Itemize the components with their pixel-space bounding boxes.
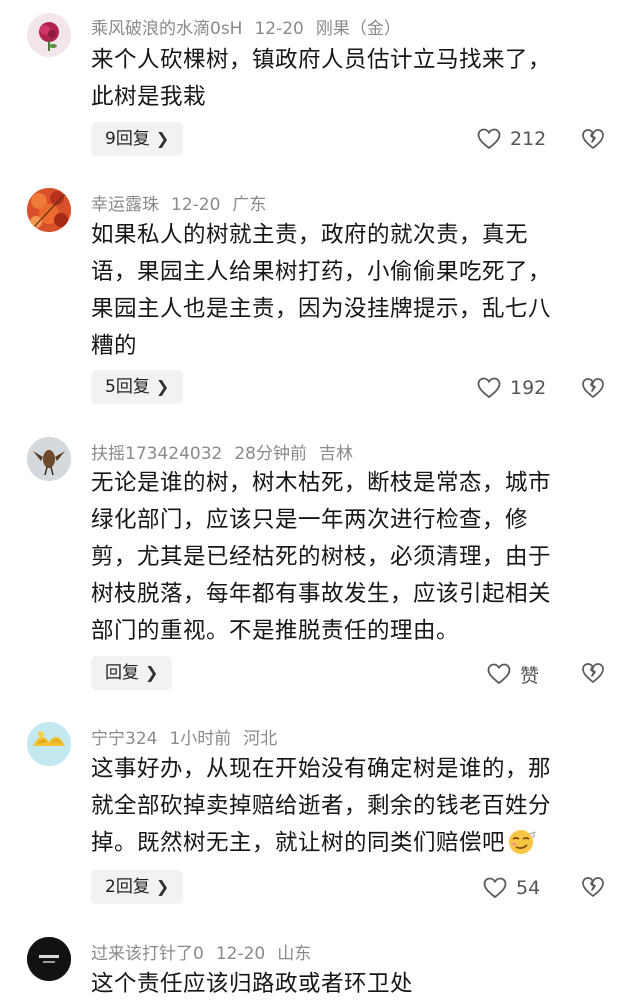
comment-line: 这事好办，从现在开始没有确定树是谁的，那 xyxy=(91,756,552,782)
comment-line: 来个人砍棵树，镇政府人员估计立马找来了， xyxy=(91,47,552,73)
avatar[interactable] xyxy=(27,722,71,766)
replies-button[interactable]: 2回复 ❯ xyxy=(91,870,184,904)
comment-text: 无论是谁的树，树木枯死，断枝是常态，城市 绿化部门，应该只是一年两次进行检查，修… xyxy=(91,465,611,650)
comment-line: 这个责任应该归路政或者环卫处 xyxy=(91,971,414,997)
chevron-right-icon: ❯ xyxy=(155,129,170,148)
comment-line: 果园主人也是主责，因为没挂牌提示，乱七八 xyxy=(91,296,552,322)
comment-line: 就全部砍掉卖掉赔给逝者，剩余的钱老百姓分 xyxy=(91,793,552,819)
heart-outline-icon xyxy=(477,128,501,150)
comment-meta: 扶摇173424032 28分钟前 吉林 xyxy=(91,439,365,464)
comment-line: 绿化部门，应该只是一年两次进行检查，修 xyxy=(91,507,529,533)
rose-avatar-image xyxy=(27,13,71,57)
ginkgo-avatar-image xyxy=(27,722,71,766)
username[interactable]: 乘风破浪的水滴0sH xyxy=(91,19,242,39)
username[interactable]: 过来该打针了0 xyxy=(91,944,204,964)
comment-text: 如果私人的树就主责，政府的就次责，真无 语，果园主人给果树打药，小偷偷果吃死了，… xyxy=(91,217,611,365)
like-button[interactable]: 192 xyxy=(477,371,546,405)
username[interactable]: 宁宁324 xyxy=(91,729,157,749)
comment-line: 糟的 xyxy=(91,333,138,359)
like-count: 54 xyxy=(516,877,541,899)
like-button[interactable]: 赞 xyxy=(487,657,539,691)
broken-heart-icon[interactable] xyxy=(581,376,605,400)
comment-line: 树枝脱落，每年都有事故发生，应该引起相关 xyxy=(91,581,552,607)
comment-location: 山东 xyxy=(277,944,312,964)
comment-meta: 过来该打针了0 12-20 山东 xyxy=(91,939,323,964)
username[interactable]: 幸运露珠 xyxy=(91,195,159,215)
username[interactable]: 扶摇173424032 xyxy=(91,444,222,464)
dark-avatar-image xyxy=(27,937,71,981)
like-count: 212 xyxy=(510,128,547,150)
comment-line: 剪，尤其是已经枯死的树枝，必须清理，由于 xyxy=(91,544,552,570)
comment-line: 此树是我栽 xyxy=(91,84,207,110)
chevron-right-icon: ❯ xyxy=(155,877,170,896)
comment-time: 12-20 xyxy=(254,19,304,39)
comment-location: 刚果（金） xyxy=(315,19,401,39)
avatar[interactable] xyxy=(27,13,71,57)
comment-line-text: 掉。既然树无主，就让树的同类们赔偿吧 xyxy=(91,830,506,856)
bird-avatar-image xyxy=(27,437,71,481)
reply-button[interactable]: 回复 ❯ xyxy=(91,656,173,690)
comment-location: 广东 xyxy=(232,195,267,215)
broken-heart-icon[interactable] xyxy=(581,661,605,685)
comment-line: 部门的重视。不是推脱责任的理由。 xyxy=(91,618,460,644)
comment-time: 12-20 xyxy=(171,195,221,215)
like-button[interactable]: 54 xyxy=(483,871,540,905)
comment-line: 语，果园主人给果树打药，小偷偷果吃死了， xyxy=(91,259,552,285)
reply-label: 回复 xyxy=(105,663,139,683)
maple-leaves-avatar-image xyxy=(27,188,71,232)
like-label: 赞 xyxy=(520,664,540,687)
replies-button[interactable]: 5回复 ❯ xyxy=(91,370,184,404)
chevron-right-icon: ❯ xyxy=(145,663,159,682)
replies-button[interactable]: 9回复 ❯ xyxy=(91,122,184,156)
heart-outline-icon xyxy=(477,377,501,399)
smirk-emoji-icon xyxy=(509,830,536,854)
avatar[interactable] xyxy=(27,937,71,981)
like-button[interactable]: 212 xyxy=(477,122,546,156)
comment-text: 这个责任应该归路政或者环卫处 xyxy=(91,966,611,1003)
comment-meta: 宁宁324 1小时前 河北 xyxy=(91,724,289,749)
broken-heart-icon[interactable] xyxy=(581,127,605,151)
like-count: 192 xyxy=(510,377,547,399)
replies-label: 9回复 xyxy=(105,129,150,149)
chevron-right-icon: ❯ xyxy=(155,377,170,396)
heart-outline-icon xyxy=(483,877,507,899)
avatar[interactable] xyxy=(27,437,71,481)
replies-label: 2回复 xyxy=(105,877,150,897)
comment-meta: 乘风破浪的水滴0sH 12-20 刚果（金） xyxy=(91,14,413,39)
heart-outline-icon xyxy=(487,663,511,685)
comment-line: 无论是谁的树，树木枯死，断枝是常态，城市 xyxy=(91,470,552,496)
comment-location: 吉林 xyxy=(318,444,353,464)
comment-meta: 幸运露珠 12-20 广东 xyxy=(91,190,278,215)
comment-line: 如果私人的树就主责，政府的就次责，真无 xyxy=(91,222,529,248)
broken-heart-icon[interactable] xyxy=(581,875,605,899)
comment-line: 掉。既然树无主，就让树的同类们赔偿吧 xyxy=(91,825,611,862)
comment-text: 来个人砍棵树，镇政府人员估计立马找来了， 此树是我栽 xyxy=(91,42,611,116)
comment-location: 河北 xyxy=(243,729,278,749)
comment-time: 12-20 xyxy=(215,944,266,964)
comment-time: 28分钟前 xyxy=(234,444,307,464)
comment-time: 1小时前 xyxy=(169,729,232,749)
comment-text: 这事好办，从现在开始没有确定树是谁的，那 就全部砍掉卖掉赔给逝者，剩余的钱老百姓… xyxy=(91,751,611,862)
avatar[interactable] xyxy=(27,188,71,232)
replies-label: 5回复 xyxy=(105,377,150,397)
